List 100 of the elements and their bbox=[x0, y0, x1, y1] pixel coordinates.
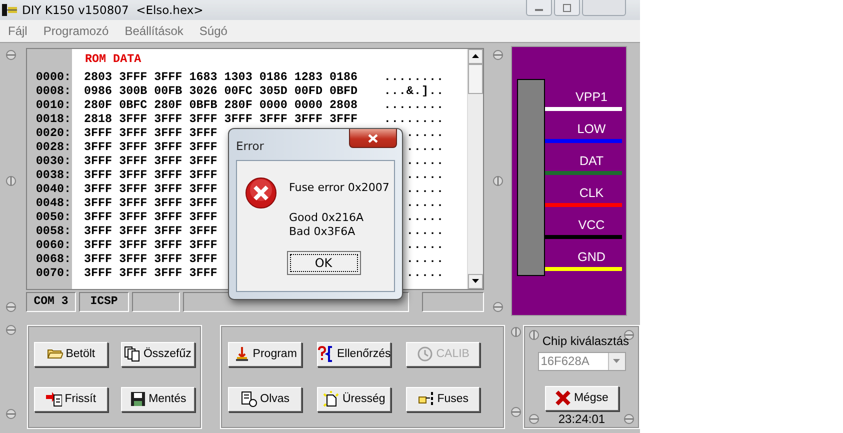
chip-select-label: Chip kiválasztás bbox=[542, 334, 630, 348]
ascii-text: ..... bbox=[406, 266, 444, 280]
screw-icon bbox=[6, 408, 16, 419]
row-address: 0000: bbox=[34, 70, 71, 84]
maximize-button[interactable] bbox=[554, 0, 580, 16]
status-field: ICSP bbox=[79, 292, 129, 312]
refresh-button[interactable]: Frissít bbox=[34, 386, 108, 412]
hex-words: 3FFF 3FFF 3FFF 3FFF bbox=[84, 210, 218, 224]
pin-label: LOW bbox=[577, 122, 606, 136]
row-address: 0018: bbox=[34, 112, 71, 126]
down-arrow-icon bbox=[472, 279, 479, 284]
dropdown-arrow-icon bbox=[613, 359, 620, 364]
program-button[interactable]: Program bbox=[228, 342, 302, 367]
row-address: 0060: bbox=[34, 238, 71, 252]
down-arrow-icon bbox=[234, 346, 250, 362]
hex-words: 3FFF 3FFF 3FFF 3FFF bbox=[84, 154, 218, 168]
scrollbar[interactable] bbox=[467, 48, 483, 289]
read-button[interactable]: Olvas bbox=[228, 386, 302, 412]
dialog-title: Error bbox=[236, 139, 264, 153]
pin-label: VCC bbox=[578, 218, 605, 232]
screw-icon bbox=[6, 324, 16, 335]
ascii-text: ..... bbox=[406, 168, 444, 182]
row-address: 0030: bbox=[34, 154, 71, 168]
hex-words: 3FFF 3FFF 3FFF 3FFF bbox=[84, 196, 218, 210]
ascii-text: ..... bbox=[406, 210, 444, 224]
cross-icon bbox=[554, 390, 571, 406]
close-icon bbox=[368, 134, 378, 142]
ascii-text: ..... bbox=[406, 182, 444, 196]
app-icon bbox=[2, 4, 18, 16]
pages-icon bbox=[124, 346, 140, 362]
error-detail: Bad 0x3F6A bbox=[289, 225, 356, 239]
pin-label: CLK bbox=[579, 186, 604, 200]
menu-item[interactable]: Súgó bbox=[191, 24, 236, 38]
ok-button[interactable]: OK bbox=[286, 251, 360, 275]
scroll-up-button[interactable] bbox=[468, 48, 483, 64]
ascii-text: ..... bbox=[406, 140, 444, 154]
fuses-button[interactable]: Fuses bbox=[406, 386, 480, 412]
minimize-button[interactable] bbox=[526, 0, 552, 16]
ascii-text: ...&.].. bbox=[384, 84, 444, 98]
maximize-icon bbox=[562, 4, 572, 12]
hex-words: 3FFF 3FFF 3FFF 3FFF bbox=[84, 168, 218, 182]
screw-icon bbox=[6, 176, 16, 186]
hex-words: 3FFF 3FFF 3FFF 3FFF bbox=[84, 238, 218, 252]
blank-button[interactable]: Üresség bbox=[317, 386, 392, 412]
hex-words: 3FFF 3FFF 3FFF 3FFF bbox=[84, 182, 218, 196]
row-address: 0068: bbox=[34, 252, 71, 266]
status-panel bbox=[422, 292, 484, 312]
cancel-button[interactable]: Mégse bbox=[544, 386, 619, 411]
arrow-page-icon bbox=[46, 391, 62, 408]
clock-icon bbox=[417, 346, 434, 362]
ascii-text: ..... bbox=[406, 154, 444, 168]
scroll-thumb[interactable] bbox=[468, 64, 483, 94]
row-address: 0008: bbox=[34, 84, 71, 98]
close-button[interactable] bbox=[349, 129, 397, 148]
screw-icon bbox=[6, 302, 16, 312]
row-address: 0028: bbox=[34, 140, 71, 154]
error-detail: Good 0x216A bbox=[289, 211, 364, 225]
screw-icon bbox=[624, 414, 634, 424]
row-address: 0038: bbox=[34, 168, 71, 182]
scroll-down-button[interactable] bbox=[468, 274, 483, 289]
hex-words: 3FFF 3FFF 3FFF 3FFF bbox=[84, 252, 218, 266]
screw-icon bbox=[529, 414, 540, 424]
window-title: DIY K150 v150807 <Elso.hex> bbox=[22, 2, 204, 17]
error-icon bbox=[245, 177, 277, 209]
up-arrow-icon bbox=[472, 54, 479, 58]
row-address: 0020: bbox=[34, 126, 71, 140]
row-address: 0010: bbox=[34, 98, 71, 112]
hex-words: 0986 300B 00FB 3026 00FC 305D 00FD 0BFD bbox=[84, 84, 358, 98]
screw-icon bbox=[6, 50, 16, 60]
screw-icon bbox=[492, 50, 502, 60]
menu-item[interactable]: Programozó bbox=[35, 24, 117, 38]
screw-icon bbox=[492, 302, 502, 312]
ascii-text: ..... bbox=[406, 126, 444, 140]
ascii-text: ........ bbox=[384, 112, 444, 126]
section-heading: ROM DATA bbox=[84, 50, 142, 68]
row-address: 0048: bbox=[34, 196, 71, 210]
hex-words: 3FFF 3FFF 3FFF 3FFF bbox=[84, 266, 218, 280]
merge-button[interactable]: Összefűz bbox=[120, 342, 195, 367]
hex-words: 3FFF 3FFF 3FFF 3FFF bbox=[84, 126, 218, 140]
screw-icon bbox=[511, 326, 522, 337]
save-button[interactable]: Mentés bbox=[120, 386, 195, 412]
screw-icon bbox=[511, 406, 522, 417]
status-panel bbox=[132, 292, 180, 312]
page-circle-icon bbox=[241, 391, 258, 408]
ascii-text: ..... bbox=[406, 224, 444, 238]
blank-page-icon bbox=[323, 391, 340, 408]
ascii-text: ..... bbox=[406, 238, 444, 252]
status-field: COM 3 bbox=[26, 292, 76, 312]
screw-icon bbox=[492, 176, 502, 186]
row-address: 0070: bbox=[34, 266, 71, 280]
open-button[interactable]: Betölt bbox=[34, 342, 108, 367]
chip-dropdown[interactable]: 16F628A bbox=[538, 352, 626, 371]
menu-item[interactable]: Beállítások bbox=[116, 24, 192, 38]
pin-label: VPP1 bbox=[576, 90, 608, 104]
menu-item[interactable]: Fájl bbox=[0, 24, 36, 38]
ascii-text: ........ bbox=[384, 70, 444, 84]
question-brace-icon bbox=[318, 346, 334, 362]
row-address: 0050: bbox=[34, 210, 71, 224]
error-message: Fuse error 0x2007 bbox=[289, 181, 390, 195]
clock-time: 23:24:01 bbox=[558, 412, 606, 426]
